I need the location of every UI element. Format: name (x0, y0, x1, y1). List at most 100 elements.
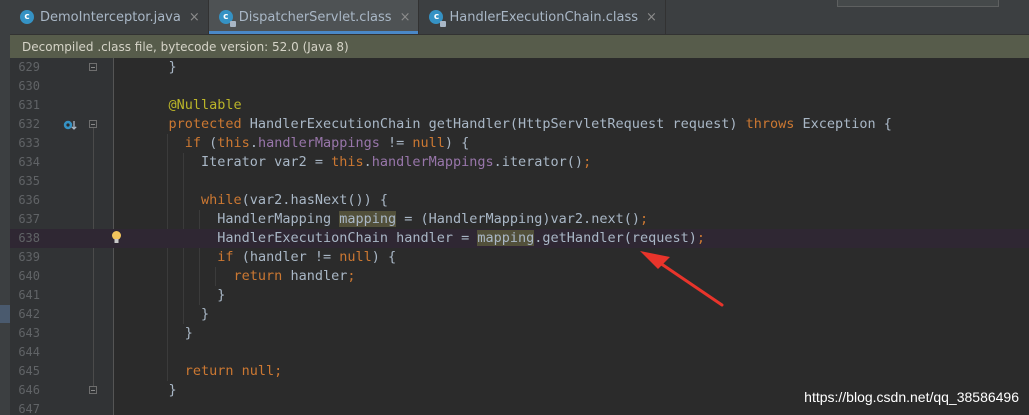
code-line[interactable]: 640 return handler; (10, 267, 1029, 286)
code-token: ) { (371, 249, 397, 265)
line-number[interactable]: 638 (10, 229, 40, 248)
line-number[interactable]: 645 (10, 362, 40, 381)
code-text[interactable]: } (185, 324, 193, 343)
identifier-occurrence: mapping (477, 230, 535, 246)
code-token: HandlerExecutionChain handler = (217, 230, 478, 246)
code-token: (handler != (233, 249, 340, 265)
close-icon[interactable]: × (646, 10, 657, 25)
fold-marker-icon[interactable] (89, 63, 97, 71)
code-token: this (217, 135, 250, 151)
code-token: HandlerExecutionChain getHandler(HttpSer… (241, 116, 746, 132)
code-line[interactable]: 645 return null; (10, 362, 1029, 381)
code-token: if (184, 135, 202, 151)
editor-tab-bar: c DemoInterceptor.java × c DispatcherServlet… (10, 0, 1029, 35)
code-line[interactable]: 639 if (handler != null) { (10, 248, 1029, 267)
code-line[interactable]: 638 HandlerExecutionChain handler = mappi… (10, 229, 1029, 248)
code-line[interactable]: 630 (10, 77, 1029, 96)
code-token: (var2.hasNext()) { (241, 192, 388, 208)
code-text[interactable]: } (201, 305, 209, 324)
code-token: handler (282, 268, 348, 284)
code-text[interactable]: protected HandlerExecutionChain getHandl… (169, 115, 892, 134)
line-number[interactable]: 646 (10, 381, 40, 400)
code-token: } (217, 287, 226, 303)
close-icon[interactable]: × (189, 10, 200, 25)
line-number[interactable]: 642 (10, 305, 40, 324)
code-token: .getHandler(request) (534, 230, 697, 246)
code-text[interactable]: if (handler != null) { (217, 248, 396, 267)
code-token: } (168, 59, 177, 75)
code-token: ; (583, 154, 592, 170)
banner-text: Decompiled .class file, bytecode version… (22, 39, 349, 54)
tab-demointerceptor-java[interactable]: c DemoInterceptor.java × (10, 0, 209, 34)
tab-handlerexecutionchain-class[interactable]: c HandlerExecutionChain.class × (419, 0, 666, 34)
code-token: ( (201, 135, 218, 151)
class-readonly-icon: c (218, 10, 236, 27)
code-text[interactable]: } (169, 58, 177, 77)
code-text[interactable]: } (217, 286, 225, 305)
code-text[interactable]: return handler; (234, 267, 356, 286)
class-icon: c (20, 10, 34, 24)
tool-window-marker[interactable] (0, 305, 10, 323)
code-token: ; (347, 268, 356, 284)
code-editor[interactable]: 629} 630 631 @Nullable 632 protected HandlerE… (10, 58, 1029, 415)
line-number[interactable]: 636 (10, 191, 40, 210)
code-line[interactable]: 644 (10, 343, 1029, 362)
class-readonly-icon: c (429, 10, 447, 27)
code-text[interactable]: HandlerExecutionChain handler = mapping.… (217, 229, 705, 248)
line-number[interactable]: 637 (10, 210, 40, 229)
lock-icon (229, 21, 236, 27)
line-number[interactable]: 647 (10, 400, 40, 415)
code-token: protected (168, 116, 242, 132)
code-text[interactable]: } (169, 381, 177, 400)
tab-label: HandlerExecutionChain.class (449, 9, 639, 25)
code-line[interactable]: 641} (10, 286, 1029, 305)
line-number[interactable]: 639 (10, 248, 40, 267)
close-icon[interactable]: × (400, 10, 411, 25)
line-number[interactable]: 643 (10, 324, 40, 343)
line-number[interactable]: 633 (10, 134, 40, 153)
code-line[interactable]: 634 Iterator var2 = this.handlerMappings.… (10, 153, 1029, 172)
code-text[interactable]: if (this.handlerMappings != null) { (185, 134, 470, 153)
code-text[interactable]: return null; (185, 362, 283, 381)
fold-marker-icon[interactable] (89, 386, 97, 394)
code-text[interactable]: @Nullable (169, 96, 242, 115)
code-line[interactable]: 632 protected HandlerExecutionChain getHa… (10, 115, 1029, 134)
code-token: this (331, 154, 364, 170)
code-token: throws (745, 116, 795, 132)
code-line[interactable]: 635 (10, 172, 1029, 191)
code-token: @Nullable (168, 97, 242, 113)
code-line[interactable]: 629} (10, 58, 1029, 77)
identifier-occurrence: mapping (339, 211, 397, 227)
line-number[interactable]: 640 (10, 267, 40, 286)
line-number[interactable]: 630 (10, 77, 40, 96)
code-line[interactable]: 633 if (this.handlerMappings != null) { (10, 134, 1029, 153)
code-text[interactable]: while(var2.hasNext()) { (201, 191, 388, 210)
code-token: } (168, 382, 177, 398)
code-token: handlerMappings (257, 135, 380, 151)
code-token: if (217, 249, 234, 265)
line-number[interactable]: 635 (10, 172, 40, 191)
code-token: . (249, 135, 258, 151)
tab-dispatcherservlet-class[interactable]: c DispatcherServlet.class × (208, 0, 420, 34)
code-token: return null (184, 363, 275, 379)
overrides-method-icon[interactable] (63, 118, 77, 132)
line-number[interactable]: 634 (10, 153, 40, 172)
code-line[interactable]: 637 HandlerMapping mapping = (HandlerMapp… (10, 210, 1029, 229)
line-number[interactable]: 631 (10, 96, 40, 115)
code-line[interactable]: 643} (10, 324, 1029, 343)
code-line[interactable]: 636 while(var2.hasNext()) { (10, 191, 1029, 210)
lightbulb-icon[interactable] (111, 230, 122, 245)
code-token: ; (274, 363, 283, 379)
line-number[interactable]: 632 (10, 115, 40, 134)
code-line[interactable]: 642} (10, 305, 1029, 324)
line-number[interactable]: 644 (10, 343, 40, 362)
code-line[interactable]: 631 @Nullable (10, 96, 1029, 115)
fold-marker-icon[interactable] (89, 120, 97, 128)
code-text[interactable]: Iterator var2 = this.handlerMappings.ite… (201, 153, 591, 172)
code-token: } (184, 325, 193, 341)
search-field-edge[interactable] (837, 0, 999, 7)
line-number[interactable]: 641 (10, 286, 40, 305)
code-token: return (233, 268, 283, 284)
code-text[interactable]: HandlerMapping mapping = (HandlerMapping… (217, 210, 648, 229)
line-number[interactable]: 629 (10, 58, 40, 77)
